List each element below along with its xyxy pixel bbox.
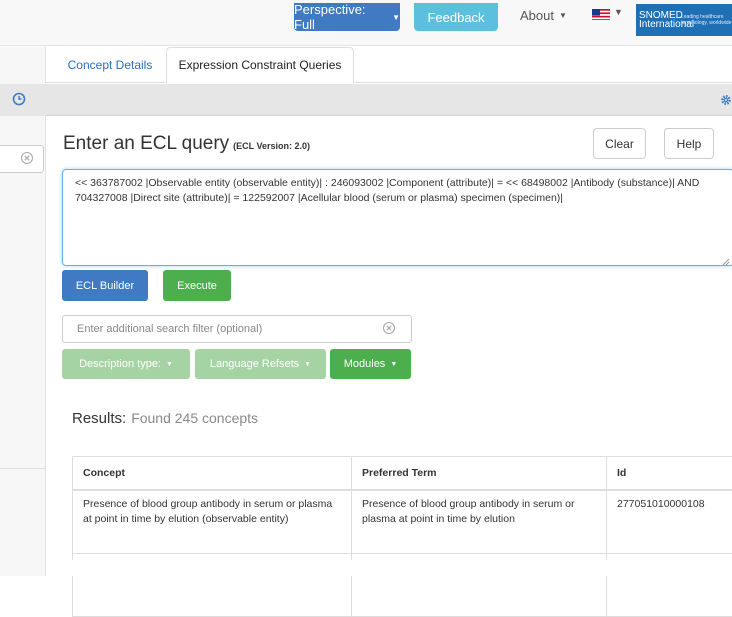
history-clock-icon[interactable] <box>12 92 26 106</box>
resize-grip-icon[interactable] <box>720 253 730 263</box>
results-label: Results: <box>72 410 126 427</box>
modules-dropdown[interactable]: Modules ▼ <box>330 349 411 379</box>
about-dropdown[interactable]: About ▼ <box>520 6 567 24</box>
ecl-builder-button[interactable]: ECL Builder <box>62 270 148 301</box>
page-bottom-edge <box>46 560 732 576</box>
concept-cell[interactable]: Presence of blood group antibody in seru… <box>73 490 352 554</box>
filter-placeholder: Enter additional search filter (optional… <box>77 323 262 335</box>
results-count: Found 245 concepts <box>131 410 258 426</box>
clear-label: Clear <box>605 137 634 151</box>
ecl-query-textarea[interactable]: << 363787002 |Observable entity (observa… <box>62 169 732 266</box>
gear-icon[interactable] <box>720 93 732 105</box>
perspective-dropdown[interactable]: Perspective: Full ▼ <box>294 3 400 31</box>
left-panel <box>0 47 46 576</box>
ecl-title-text: Enter an ECL query <box>63 133 229 155</box>
ecl-title: Enter an ECL query (ECL Version: 2.0) <box>63 133 310 157</box>
dropdown-label: Language Refsets <box>210 358 299 370</box>
ecl-version: (ECL Version: 2.0) <box>233 141 310 151</box>
table-header-row: Concept Preferred Term Id <box>73 457 732 491</box>
help-label: Help <box>677 137 702 151</box>
preferred-term-cell: Presence of blood group antibody in seru… <box>352 490 607 554</box>
help-button[interactable]: Help <box>664 128 714 159</box>
column-header-id[interactable]: Id <box>607 457 732 491</box>
tabs-border <box>46 82 732 83</box>
caret-down-icon: ▼ <box>559 11 567 20</box>
execute-label: Execute <box>177 280 217 292</box>
dropdown-label: Description type: <box>79 358 161 370</box>
description-type-dropdown[interactable]: Description type: ▼ <box>62 349 190 379</box>
results-summary: Results: Found 245 concepts <box>72 410 258 432</box>
dropdown-label: Modules <box>344 358 386 370</box>
caret-down-icon: ▼ <box>392 13 400 22</box>
about-label: About <box>520 8 554 23</box>
logo-main-text: SNOMED International <box>636 11 677 29</box>
logo-sub-text: Leading healthcare terminology, worldwid… <box>677 14 732 26</box>
column-header-preferred-term[interactable]: Preferred Term <box>352 457 607 491</box>
perspective-label: Perspective: Full <box>294 2 388 32</box>
clear-circle-icon[interactable] <box>20 151 34 165</box>
caret-down-icon[interactable]: ▼ <box>614 7 623 17</box>
clear-circle-icon[interactable] <box>382 321 396 335</box>
us-flag-icon[interactable] <box>592 8 610 20</box>
caret-down-icon: ▼ <box>390 361 397 368</box>
tab-label: Expression Constraint Queries <box>179 58 342 72</box>
panel-header <box>46 84 732 116</box>
tab-label: Concept Details <box>68 58 153 72</box>
feedback-button[interactable]: Feedback <box>414 3 498 31</box>
ecl-query-text: << 363787002 |Observable entity (observa… <box>75 177 699 204</box>
snomed-logo: SNOMED International Leading healthcare … <box>636 4 732 36</box>
ecl-builder-label: ECL Builder <box>76 280 134 292</box>
execute-button[interactable]: Execute <box>163 270 231 301</box>
table-row[interactable]: Presence of blood group antibody in seru… <box>73 490 732 554</box>
clear-button[interactable]: Clear <box>593 128 646 159</box>
caret-down-icon: ▼ <box>304 361 311 368</box>
column-header-concept[interactable]: Concept <box>73 457 352 491</box>
id-cell: 277051010000108 <box>607 490 732 554</box>
feedback-label: Feedback <box>427 10 484 25</box>
language-refsets-dropdown[interactable]: Language Refsets ▼ <box>195 349 326 379</box>
search-filter-input[interactable]: Enter additional search filter (optional… <box>62 315 412 343</box>
divider <box>0 468 46 469</box>
tab-concept-details[interactable]: Concept Details <box>56 48 164 82</box>
caret-down-icon: ▼ <box>166 361 173 368</box>
tab-expression-constraint-queries[interactable]: Expression Constraint Queries <box>166 47 354 83</box>
results-table: Concept Preferred Term Id Presence of bl… <box>72 456 732 617</box>
